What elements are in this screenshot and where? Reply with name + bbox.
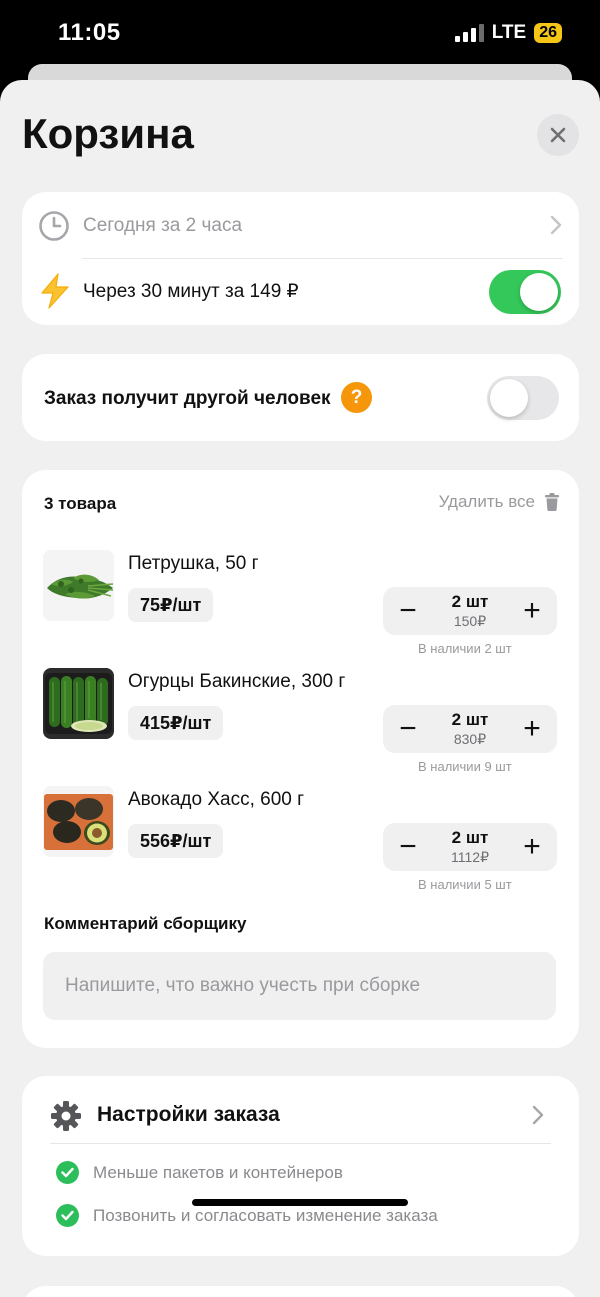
order-settings-row[interactable]: Настройки заказа xyxy=(22,1076,579,1143)
cart-items-card: 3 товара Удалить все Петрушка, 50 г 75₽/… xyxy=(22,470,579,1048)
stock-info: В наличии 2 шт xyxy=(418,641,512,656)
delivery-express-label: Через 30 минут за 149 ₽ xyxy=(83,281,299,302)
order-settings-card: Настройки заказа Меньше пакетов и контей… xyxy=(22,1076,579,1256)
stock-value: 2 шт xyxy=(484,641,512,656)
page-title: Корзина xyxy=(22,110,194,157)
item-sum: 1112₽ xyxy=(451,849,489,865)
chevron-right-icon xyxy=(550,215,562,235)
status-indicators: LTE 26 xyxy=(454,22,562,44)
item-quantity: 2 шт xyxy=(451,710,489,729)
delivery-card: Сегодня за 2 часа Через 30 минут за 149 … xyxy=(22,192,579,325)
cart-item: Петрушка, 50 г 75₽/шт − 2 шт 150₽ + В на… xyxy=(22,550,579,660)
cucumbers-image xyxy=(43,668,114,739)
stock-label: В наличии xyxy=(418,877,481,892)
home-indicator xyxy=(192,1199,408,1206)
quantity-stepper: − 2 шт 150₽ + xyxy=(383,587,557,635)
delivery-standard-label: Сегодня за 2 часа xyxy=(83,215,243,236)
item-sum: 150₽ xyxy=(453,613,487,629)
close-icon xyxy=(550,127,566,143)
cart-item: Авокадо Хасс, 600 г 556₽/шт − 2 шт 1112₽… xyxy=(22,786,579,896)
cart-sheet: Корзина Сегодня за 2 часа Через 30 минут… xyxy=(0,80,600,1297)
stock-value: 9 шт xyxy=(484,759,512,774)
help-icon[interactable]: ? xyxy=(341,382,372,413)
avocado-image xyxy=(43,786,114,857)
increase-button[interactable]: + xyxy=(507,823,557,871)
divider xyxy=(50,1143,551,1144)
delete-all-label: Удалить все xyxy=(438,492,535,511)
clock-icon xyxy=(39,211,69,241)
stock-info: В наличии 5 шт xyxy=(418,877,512,892)
order-settings-title: Настройки заказа xyxy=(97,1103,280,1126)
signal-icon xyxy=(454,24,484,42)
network-label: LTE xyxy=(491,22,527,43)
check-icon xyxy=(56,1161,79,1184)
chevron-right-icon xyxy=(532,1105,544,1125)
decrease-button[interactable]: − xyxy=(383,587,433,635)
setting-option: Меньше пакетов и контейнеров xyxy=(56,1161,343,1184)
toggle-knob xyxy=(490,379,528,417)
next-card xyxy=(22,1286,579,1297)
item-quantity: 2 шт xyxy=(451,592,489,611)
status-bar: 11:05 LTE 26 xyxy=(0,0,600,66)
express-delivery-toggle[interactable] xyxy=(489,270,561,314)
item-price: 415₽/шт xyxy=(128,706,224,740)
quantity-stepper: − 2 шт 1112₽ + xyxy=(383,823,557,871)
item-name: Авокадо Хасс, 600 г xyxy=(128,789,305,810)
product-image-parsley[interactable] xyxy=(43,550,114,621)
setting-option: Позвонить и согласовать изменение заказа xyxy=(56,1204,438,1227)
item-name: Петрушка, 50 г xyxy=(128,553,259,574)
delivery-option-express: Через 30 минут за 149 ₽ xyxy=(22,259,579,325)
stock-label: В наличии xyxy=(418,641,481,656)
increase-button[interactable]: + xyxy=(507,587,557,635)
status-time: 11:05 xyxy=(58,19,121,46)
stock-value: 5 шт xyxy=(484,877,512,892)
item-price: 75₽/шт xyxy=(128,588,214,622)
recipient-card: Заказ получит другой человек ? xyxy=(22,354,579,441)
delivery-option-standard[interactable]: Сегодня за 2 часа xyxy=(22,192,579,258)
trash-icon xyxy=(545,493,559,511)
quantity-stepper: − 2 шт 830₽ + xyxy=(383,705,557,753)
setting-option-label: Меньше пакетов и контейнеров xyxy=(93,1162,343,1182)
product-image-cucumbers[interactable] xyxy=(43,668,114,739)
stock-label: В наличии xyxy=(418,759,481,774)
picker-comment-input[interactable] xyxy=(43,952,556,1020)
comment-title: Комментарий сборщику xyxy=(44,914,247,933)
check-icon xyxy=(56,1204,79,1227)
items-count: 3 товара xyxy=(44,494,117,513)
item-name: Огурцы Бакинские, 300 г xyxy=(128,671,346,692)
setting-option-label: Позвонить и согласовать изменение заказа xyxy=(93,1205,438,1225)
other-recipient-toggle[interactable] xyxy=(487,376,559,420)
cart-item: Огурцы Бакинские, 300 г 415₽/шт − 2 шт 8… xyxy=(22,668,579,778)
item-quantity: 2 шт xyxy=(451,828,489,847)
parsley-image xyxy=(43,550,114,621)
item-sum: 830₽ xyxy=(453,731,487,747)
increase-button[interactable]: + xyxy=(507,705,557,753)
decrease-button[interactable]: − xyxy=(383,823,433,871)
item-price: 556₽/шт xyxy=(128,824,224,858)
other-recipient-label: Заказ получит другой человек xyxy=(44,388,331,409)
close-button[interactable] xyxy=(537,114,579,156)
stock-info: В наличии 9 шт xyxy=(418,759,512,774)
decrease-button[interactable]: − xyxy=(383,705,433,753)
delete-all-button[interactable]: Удалить все xyxy=(439,492,559,512)
bolt-icon xyxy=(41,273,69,309)
gear-icon xyxy=(51,1101,81,1131)
battery-icon: 26 xyxy=(534,23,562,43)
product-image-avocado[interactable] xyxy=(43,786,114,857)
toggle-knob xyxy=(520,273,558,311)
